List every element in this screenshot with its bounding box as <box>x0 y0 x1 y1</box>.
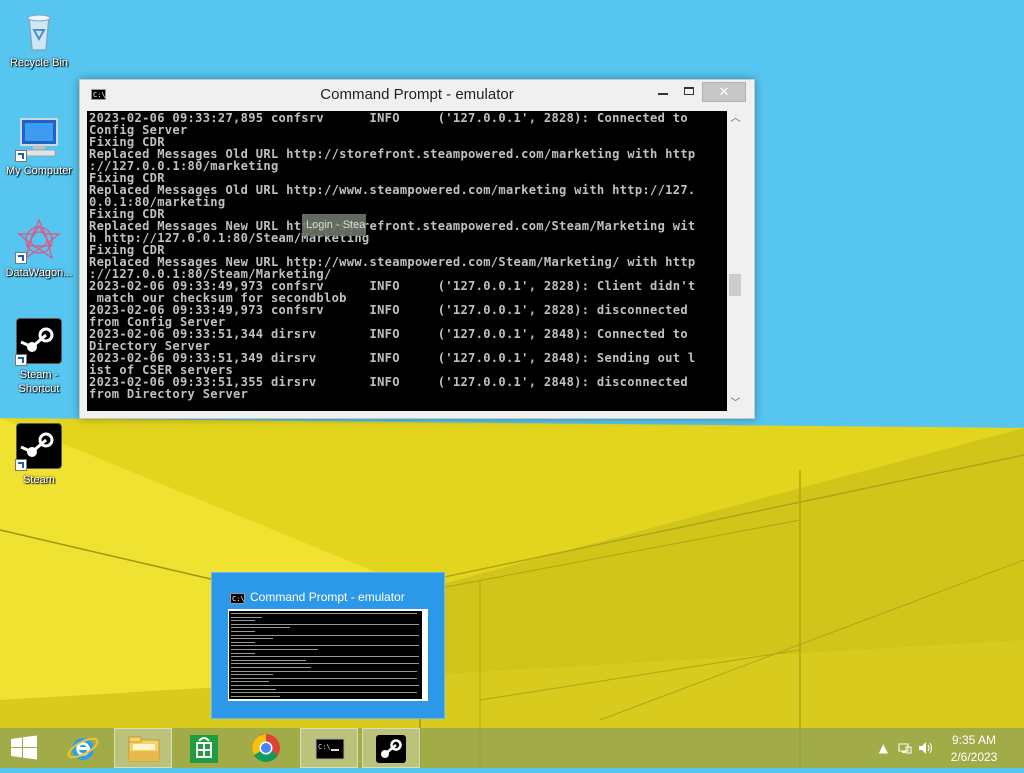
steam-icon <box>15 318 63 366</box>
close-icon: ✕ <box>718 85 730 100</box>
folder-icon <box>128 736 160 762</box>
steam-icon <box>376 735 406 763</box>
preview-console-line <box>231 613 417 614</box>
preview-console-line <box>231 695 281 697</box>
svg-text:C:\: C:\ <box>318 743 331 751</box>
preview-console-line <box>231 623 419 625</box>
scroll-thumb[interactable] <box>729 274 741 296</box>
windows-logo-icon <box>11 735 37 760</box>
desktop-icon-recycle-bin[interactable]: Recycle Bin <box>0 6 78 70</box>
minimize-button[interactable] <box>650 82 676 102</box>
preview-console-line <box>231 616 262 618</box>
store-icon <box>190 735 218 763</box>
tooltip: Login - Steam <box>302 214 366 236</box>
preview-console-line <box>231 620 255 622</box>
show-hidden-icons-arrow-icon[interactable]: ▲ <box>879 741 888 755</box>
preview-console-line <box>231 688 276 690</box>
internet-explorer-icon <box>67 737 99 760</box>
taskbar-command-prompt[interactable]: C:\ <box>300 728 358 768</box>
volume-icon[interactable] <box>918 741 934 758</box>
preview-console-line <box>231 685 419 686</box>
preview-console <box>229 611 422 699</box>
preview-console-line <box>231 670 417 672</box>
desktop-icon-label: Steam <box>23 474 55 486</box>
cmd-icon: C:\ <box>230 593 245 604</box>
datawagon-icon <box>15 216 63 264</box>
taskbar: C:\ ▲ 9:35 AM 2/6/2023 <box>0 728 1024 768</box>
taskbar-chrome[interactable] <box>238 728 294 768</box>
recycle-bin-icon <box>15 6 63 54</box>
preview-console-line <box>231 627 290 629</box>
taskbar-file-explorer[interactable] <box>114 728 172 768</box>
taskbar-internet-explorer[interactable] <box>56 728 112 768</box>
desktop-icon-my-computer[interactable]: My Computer <box>0 114 78 178</box>
taskbar-store[interactable] <box>176 728 232 768</box>
preview-console-line <box>231 681 269 683</box>
taskbar-thumbnail-preview[interactable]: C:\ Command Prompt - emulator <box>211 572 445 719</box>
command-prompt-window[interactable]: C:\ Command Prompt - emulator ✕ 2023-02-… <box>79 79 755 419</box>
preview-console-line <box>231 631 255 632</box>
preview-console-line <box>231 656 419 658</box>
clock-date[interactable]: 2/6/2023 <box>944 750 1004 764</box>
preview-console-line <box>231 641 255 643</box>
console-output[interactable]: 2023-02-06 09:33:27,895 confsrv INFO ('1… <box>87 111 727 411</box>
shortcut-arrow-icon <box>15 150 27 162</box>
console-line: from Directory Server <box>89 387 249 401</box>
desktop-icon-label: DataWagon... <box>5 267 73 279</box>
vertical-scrollbar[interactable]: ︿ ﹀ <box>727 111 744 411</box>
preview-thumbnail[interactable] <box>228 609 428 701</box>
steam-icon <box>15 423 63 471</box>
shortcut-arrow-icon <box>15 354 27 366</box>
window-titlebar[interactable]: C:\ Command Prompt - emulator ✕ <box>80 80 754 110</box>
preview-console-line <box>231 638 274 640</box>
preview-console-line <box>231 659 307 661</box>
preview-console-line <box>231 674 274 676</box>
desktop-icon-label: Steam - Shortcut <box>18 369 60 395</box>
preview-console-line <box>231 645 419 647</box>
shortcut-arrow-icon <box>15 459 27 471</box>
desktop-icon-steam[interactable]: Steam <box>0 423 78 487</box>
preview-console-line <box>231 634 419 636</box>
scroll-down-arrow-icon[interactable]: ﹀ <box>730 398 741 409</box>
preview-console-line <box>231 652 255 654</box>
clock-time[interactable]: 9:35 AM <box>944 733 1004 747</box>
network-icon[interactable] <box>898 741 912 758</box>
desktop-icon-label: Recycle Bin <box>9 57 69 69</box>
desktop-icon-label: My Computer <box>5 165 73 177</box>
close-button[interactable]: ✕ <box>702 82 746 102</box>
scroll-up-arrow-icon[interactable]: ︿ <box>730 113 741 124</box>
desktop-icon-steam-shortcut[interactable]: Steam - Shortcut <box>0 318 78 396</box>
chrome-icon <box>252 734 280 762</box>
preview-console-line <box>231 649 318 650</box>
desktop-icon-datawagon[interactable]: DataWagon... <box>0 216 78 280</box>
shortcut-arrow-icon <box>15 252 27 264</box>
taskbar-steam[interactable] <box>362 728 420 768</box>
preview-console-line <box>231 667 311 668</box>
preview-console-line <box>231 663 419 665</box>
maximize-button[interactable] <box>676 82 702 102</box>
start-button[interactable] <box>0 728 48 768</box>
computer-icon <box>15 114 63 162</box>
preview-console-line <box>231 692 417 694</box>
cmd-icon: C:\ <box>315 738 345 760</box>
preview-title: Command Prompt - emulator <box>250 590 405 604</box>
console-text: 2023-02-06 09:33:27,895 confsrv INFO ('1… <box>87 111 727 400</box>
preview-console-line <box>231 677 417 679</box>
